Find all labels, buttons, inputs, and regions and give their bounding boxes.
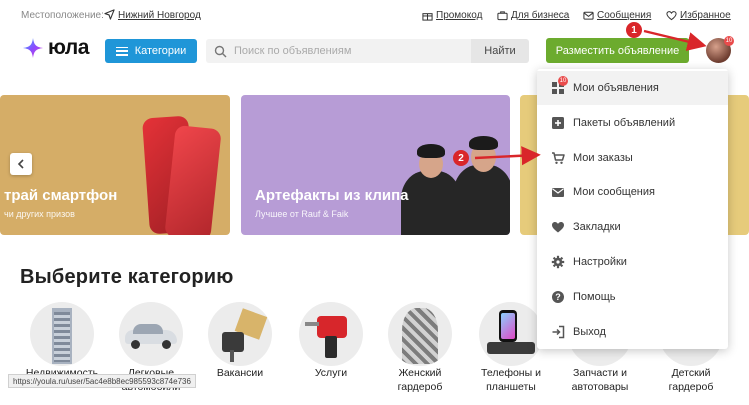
category-label-line2: гардероб [397,381,443,393]
category-image [208,302,272,366]
person-hair-left [417,144,445,158]
briefcase-icon [497,11,508,21]
menu-item-label: Помощь [573,291,616,303]
category-jobs[interactable]: Вакансии [195,302,285,381]
mail-icon [583,11,594,20]
category-label: Женский [398,367,442,379]
logout-icon [551,325,565,339]
menu-item-label: Выход [573,326,606,338]
category-label-line2: гардероб [668,381,714,393]
find-button[interactable]: Найти [471,39,529,63]
menu-item-help[interactable]: ? Помощь [537,280,728,314]
banner-subtitle: чи других призов [4,209,75,219]
heart-icon [666,11,677,21]
listings-icon: 10 [551,76,568,95]
promo-link-label: Промокод [436,10,483,21]
messages-link-label: Сообщения [597,10,652,21]
menu-item-label: Мои заказы [573,152,633,164]
promo-banner-smartphone[interactable]: трай смартфон чи других призов [0,95,230,235]
menu-icon [115,46,128,56]
categories-button-label: Категории [134,45,187,57]
favorites-link-label: Избранное [680,10,731,21]
category-label: Запчасти и [573,367,627,379]
location-arrow-icon [104,9,115,20]
location-city-link[interactable]: Нижний Новгород [118,10,201,21]
promo-banner-clip[interactable]: Артефакты из клипа Лучшее от Rauf & Faik [241,95,510,235]
category-image [30,302,94,366]
user-dropdown-menu: 10 Мои объявления Пакеты объявлений Мои … [537,69,728,349]
menu-item-logout[interactable]: Выход [537,315,728,349]
category-image [119,302,183,366]
categories-button[interactable]: Категории [105,39,197,63]
heart-icon [551,220,565,234]
menu-item-listing-packages[interactable]: Пакеты объявлений [537,106,728,140]
help-icon: ? [551,290,565,304]
menu-item-label: Пакеты объявлений [573,117,676,129]
category-label: Телефоны и [481,367,541,379]
listings-count-badge: 10 [558,76,568,86]
category-image [299,302,363,366]
youla-star-icon [23,38,43,58]
banner-subtitle: Лучшее от Rauf & Faik [255,209,349,219]
avatar-notification-badge: 10 [724,36,734,46]
post-ad-button[interactable]: Разместить объявление [546,38,689,63]
cart-icon [551,151,565,165]
category-label: Детский [671,367,711,379]
category-label: Вакансии [216,367,264,379]
menu-item-bookmarks[interactable]: Закладки [537,210,728,244]
annotation-marker-2: 2 [453,150,469,166]
search-bar [206,39,471,63]
menu-item-label: Закладки [573,221,621,233]
logo[interactable]: юла [22,36,89,60]
svg-text:?: ? [555,292,561,302]
section-title: Выберите категорию [20,266,234,288]
category-services[interactable]: Услуги [286,302,376,381]
promo-link[interactable]: Промокод [422,10,482,21]
category-label-line2: планшеты [486,381,536,393]
category-image [388,302,452,366]
banner-title: трай смартфон [4,187,118,204]
package-plus-icon [551,116,565,130]
menu-item-my-listings[interactable]: 10 Мои объявления [537,71,728,105]
location-label: Местоположение: [21,10,104,21]
gear-icon [551,255,565,269]
business-link[interactable]: Для бизнеса [497,10,569,21]
status-bar-url: https://youla.ru/user/5ac4e8b8ec985593c8… [8,374,196,388]
menu-item-my-orders[interactable]: Мои заказы [537,141,728,175]
menu-item-label: Настройки [573,256,627,268]
business-link-label: Для бизнеса [511,10,570,21]
person-image-left [401,171,461,235]
category-label: Услуги [314,367,348,379]
user-avatar[interactable]: 10 [706,36,734,63]
annotation-marker-1: 1 [626,22,642,38]
favorites-link[interactable]: Избранное [666,10,731,21]
menu-item-settings[interactable]: Настройки [537,245,728,279]
envelope-icon [551,185,565,199]
category-label-line2: автотовары [571,381,629,393]
chevron-left-icon [17,159,24,169]
category-real-estate[interactable]: Недвижимость [17,302,107,381]
messages-link[interactable]: Сообщения [583,10,651,21]
menu-item-label: Мои сообщения [573,186,655,198]
person-hair-right [469,136,498,150]
menu-item-my-messages[interactable]: Мои сообщения [537,175,728,209]
carousel-prev-button[interactable] [10,153,32,175]
banner-title: Артефакты из клипа [255,187,409,204]
menu-item-label: Мои объявления [573,82,659,94]
search-icon [214,45,227,57]
category-image [479,302,543,366]
logo-text: юла [48,36,89,59]
category-womens-clothing[interactable]: Женский гардероб [375,302,465,394]
search-input[interactable] [234,45,454,57]
person-image-right [453,165,510,235]
gift-icon [422,13,433,21]
